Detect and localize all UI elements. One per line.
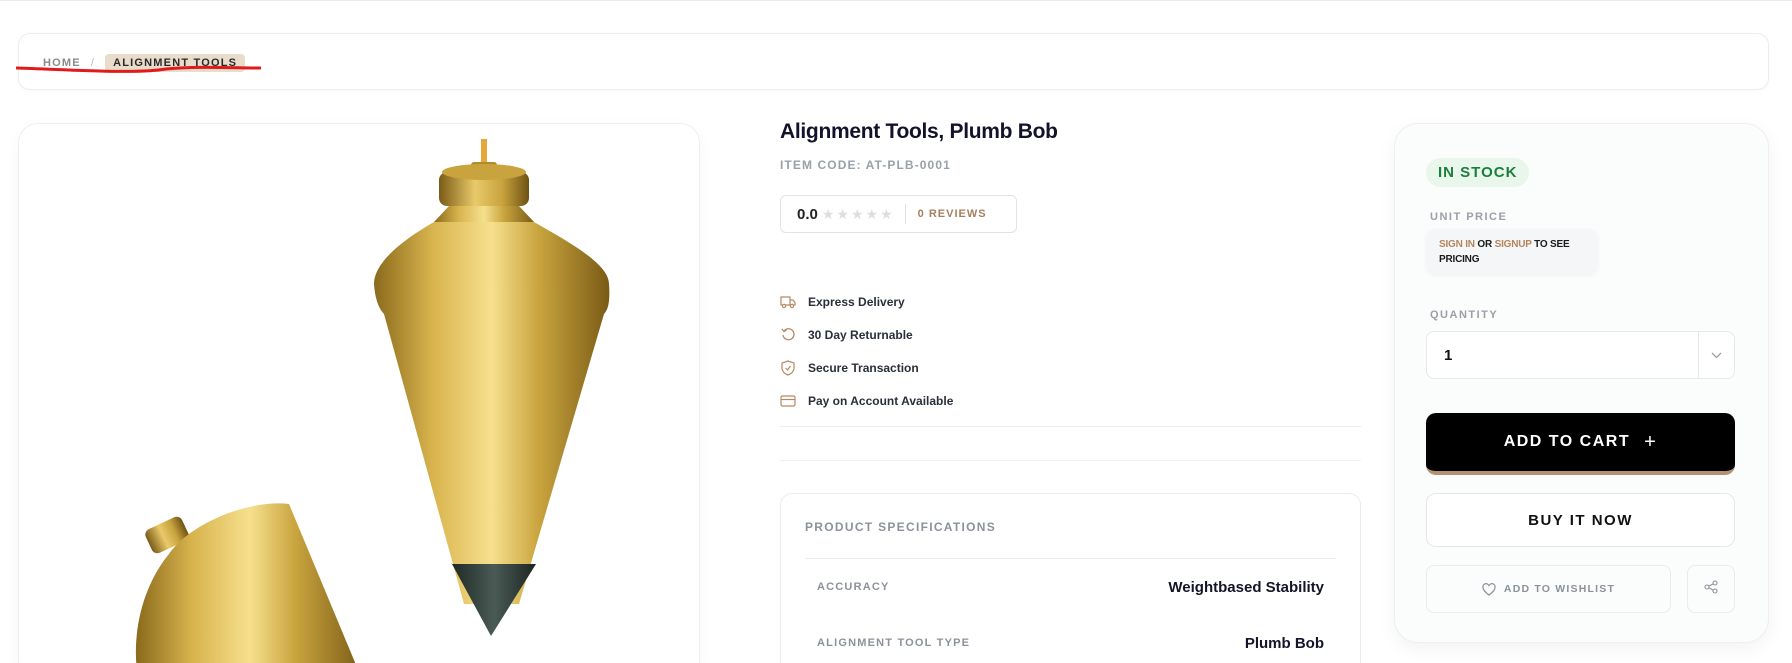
buy-it-now-button[interactable]: BUY IT NOW <box>1426 493 1735 547</box>
add-to-cart-button[interactable]: ADD TO CART + <box>1426 413 1735 475</box>
truck-icon <box>780 294 796 310</box>
specs-title: PRODUCT SPECIFICATIONS <box>805 520 997 534</box>
star-icon: ★ <box>850 205 864 222</box>
item-code: ITEM CODE: AT-PLB-0001 <box>780 158 951 172</box>
product-image-card <box>18 123 700 663</box>
spec-value: Plumb Bob <box>1244 634 1324 652</box>
star-icon: ★ <box>836 205 849 222</box>
buy-box: IN STOCK UNIT PRICE SIGN IN OR SIGNUP TO… <box>1394 123 1769 643</box>
feature-item: Secure Transaction <box>780 351 953 384</box>
add-to-cart-label: ADD TO CART <box>1503 433 1631 450</box>
rating-stars: ★ ★ ★ ★ ★ <box>822 206 893 223</box>
plus-icon: + <box>1644 430 1658 453</box>
heart-icon <box>1482 582 1496 596</box>
feature-label: 30 Day Returnable <box>808 327 913 342</box>
product-title: Alignment Tools, Plumb Bob <box>780 120 1058 143</box>
top-divider <box>0 0 1792 1</box>
login-for-price: SIGN IN OR SIGNUP TO SEE PRICING <box>1427 229 1597 273</box>
quantity-select[interactable]: 1 <box>1426 331 1735 379</box>
unit-price-label: UNIT PRICE <box>1430 211 1508 223</box>
product-specifications: PRODUCT SPECIFICATIONS ACCURACY Weightba… <box>780 493 1361 663</box>
credit-card-icon <box>780 393 796 409</box>
section-divider <box>780 460 1361 461</box>
quantity-label: QUANTITY <box>1430 309 1499 321</box>
rating-value: 0.0 <box>797 205 818 223</box>
chevron-down-icon[interactable] <box>1698 332 1734 378</box>
feature-label: Pay on Account Available <box>808 393 954 408</box>
section-divider <box>780 426 1361 427</box>
plumb-bob-photo <box>135 139 610 663</box>
reviews-link[interactable]: 0 REVIEWS <box>918 208 987 220</box>
sign-in-link[interactable]: SIGN IN <box>1439 239 1475 250</box>
feature-label: Secure Transaction <box>808 360 919 375</box>
annotation-underline <box>16 65 261 73</box>
rating-box[interactable]: 0.0 ★ ★ ★ ★ ★ 0 REVIEWS <box>780 195 1017 233</box>
feature-list: Express Delivery 30 Day Returnable Secur… <box>780 285 953 417</box>
add-to-wishlist-button[interactable]: ADD TO WISHLIST <box>1426 565 1671 613</box>
star-icon: ★ <box>821 205 835 222</box>
star-icon: ★ <box>865 205 879 222</box>
breadcrumb-bar: HOME / ALIGNMENT TOOLS <box>18 33 1769 90</box>
signup-link[interactable]: SIGNUP <box>1495 239 1532 250</box>
spec-key: ALIGNMENT TOOL TYPE <box>817 637 971 649</box>
feature-item: Express Delivery <box>780 285 953 318</box>
share-button[interactable] <box>1687 565 1735 613</box>
spec-value: Weightbased Stability <box>1168 578 1324 596</box>
spec-key: ACCURACY <box>817 581 890 593</box>
wishlist-label: ADD TO WISHLIST <box>1503 583 1616 595</box>
quantity-value: 1 <box>1444 347 1453 364</box>
stock-badge: IN STOCK <box>1426 158 1530 187</box>
product-info: Alignment Tools, Plumb Bob ITEM CODE: AT… <box>780 120 1361 663</box>
return-icon <box>780 327 796 343</box>
rating-divider <box>904 204 906 224</box>
feature-item: Pay on Account Available <box>780 384 953 417</box>
or-text: OR <box>1474 239 1495 250</box>
share-icon <box>1704 579 1718 599</box>
spec-row: ACCURACY Weightbased Stability <box>805 559 1336 615</box>
feature-label: Express Delivery <box>808 294 905 309</box>
shield-check-icon <box>780 359 796 376</box>
spec-row: ALIGNMENT TOOL TYPE Plumb Bob <box>805 615 1336 663</box>
feature-item: 30 Day Returnable <box>780 318 953 351</box>
star-icon: ★ <box>880 205 893 222</box>
